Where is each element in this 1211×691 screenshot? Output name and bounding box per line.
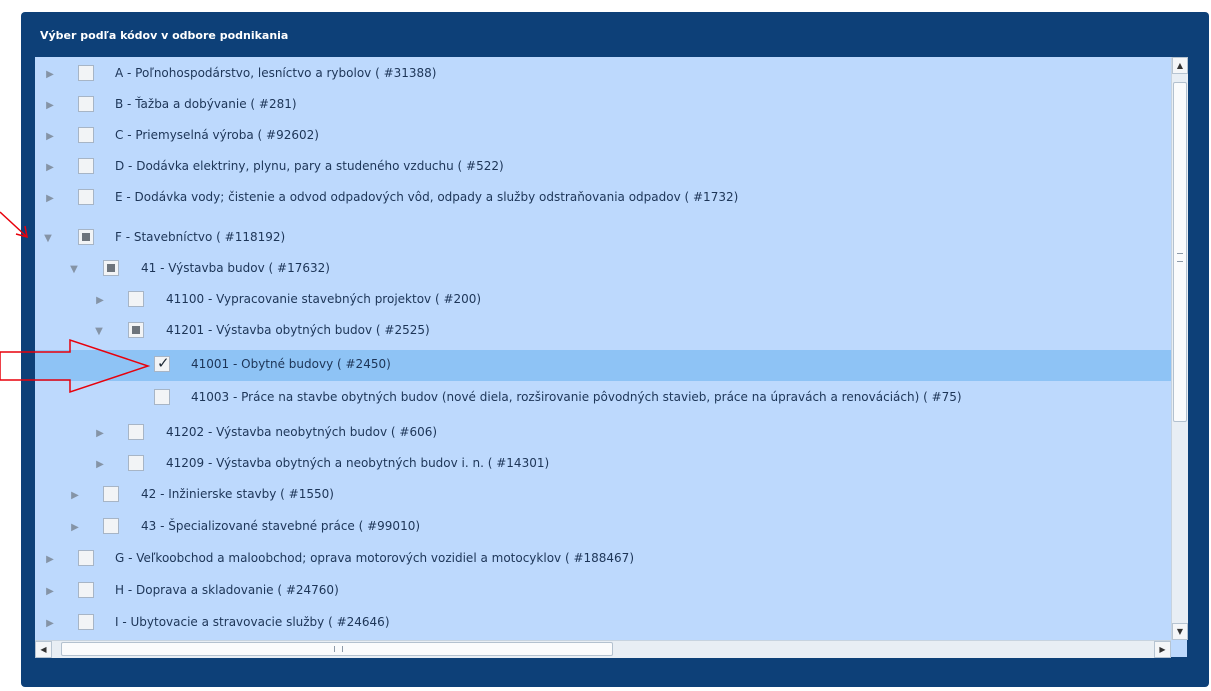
annotation-line-arrow [0, 211, 28, 239]
annotation-block-arrow [0, 338, 151, 394]
annotation-overlay [0, 211, 151, 394]
